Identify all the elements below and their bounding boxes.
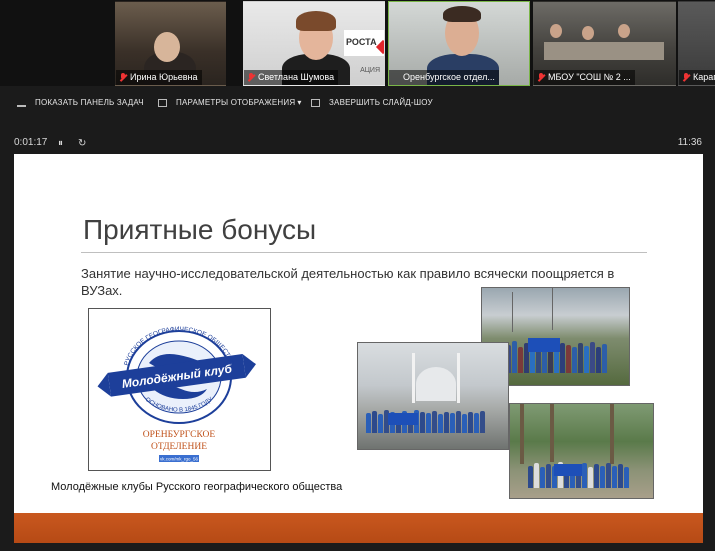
title-divider [81,252,647,253]
display-icon [158,98,167,107]
current-time: 11:36 [677,137,702,148]
participant-tile[interactable]: Карап [678,1,715,86]
mic-muted-icon [119,73,127,82]
participant-tile[interactable]: Ирина Юрьевна [115,1,226,86]
presenter-toolbar: ПОКАЗАТЬ ПАНЕЛЬ ЗАДАЧ ПАРАМЕТРЫ ОТОБРАЖЕ… [0,92,715,114]
participant-face [618,24,630,38]
participant-name: Ирина Юрьевна [116,70,202,85]
participant-hair [443,6,481,22]
logo-org-line2: ОТДЕЛЕНИЕ [151,442,207,452]
participant-tile-active[interactable]: Оренбургское отдел... [388,1,530,86]
banner-text: РОСТА [346,37,377,47]
show-taskbar-label: ПОКАЗАТЬ ПАНЕЛЬ ЗАДАЧ [35,98,144,107]
pause-icon[interactable]: ⏸ [58,138,63,149]
mic-muted-icon [247,73,255,82]
participants-strip: Ирина Юрьевна РОСТА АЦИЯ Светлана Шумова… [0,0,715,86]
slide-caption: Молодёжные клубы Русского географическог… [51,481,343,493]
end-slideshow-button[interactable]: ЗАВЕРШИТЬ СЛАЙД-ШОУ [311,98,433,107]
logo-link: vk.com/mk_rgo_56 [160,457,199,462]
slide-canvas: Приятные бонусы Занятие научно-исследова… [14,154,703,543]
rgo-emblem-icon: Молодёжный клуб РУССКОЕ ГЕОГРАФИЧЕСКОЕ О… [97,326,256,462]
participant-name: Оренбургское отдел... [389,70,499,85]
club-logo: Молодёжный клуб РУССКОЕ ГЕОГРАФИЧЕСКОЕ О… [88,308,271,471]
palm-trunk [550,404,554,462]
participant-tile[interactable]: РОСТА АЦИЯ Светлана Шумова [243,1,385,86]
participant-hair [296,11,336,31]
banner-text: АЦИЯ [360,67,380,74]
participant-name: Светлана Шумова [244,70,339,85]
participant-name: МБОУ "СОШ № 2 ... [534,70,635,85]
end-slideshow-label: ЗАВЕРШИТЬ СЛАЙД-ШОУ [329,98,433,107]
display-settings-button[interactable]: ПАРАМЕТРЫ ОТОБРАЖЕНИЯ ▾ [158,98,302,107]
flag [388,413,418,425]
mosque-dome [416,367,456,401]
mast [512,292,513,332]
mic-muted-icon [537,73,545,82]
elapsed-timer: 0:01:17 [14,137,48,148]
classroom-desks [544,42,664,60]
minaret [457,353,460,403]
flag [528,338,560,352]
show-taskbar-button[interactable]: ПОКАЗАТЬ ПАНЕЛЬ ЗАДАЧ [17,98,144,107]
slide-title: Приятные бонусы [83,214,317,245]
participant-face [582,26,594,40]
chevron-down-icon: ▾ [297,98,302,107]
logo-org-line1: ОРЕНБУРГСКОЕ [143,430,216,440]
end-slideshow-icon [311,98,320,107]
slide-footer-bar [14,513,703,543]
participant-name: Карап [679,70,715,85]
taskbar-icon [17,99,26,107]
minaret [412,353,415,403]
mic-muted-icon [682,73,690,82]
group-photo-park [509,403,654,499]
mast [552,288,553,330]
palm-trunk [610,404,614,464]
participant-face [154,32,180,62]
display-settings-label: ПАРАМЕТРЫ ОТОБРАЖЕНИЯ [176,98,296,107]
palm-trunk [520,404,524,464]
crowd [366,410,485,433]
participant-tile[interactable]: МБОУ "СОШ № 2 ... [533,1,676,86]
participant-face [550,24,562,38]
flag [554,464,582,476]
restart-icon[interactable]: ↻ [78,138,86,149]
group-photo-mosque [357,342,509,450]
